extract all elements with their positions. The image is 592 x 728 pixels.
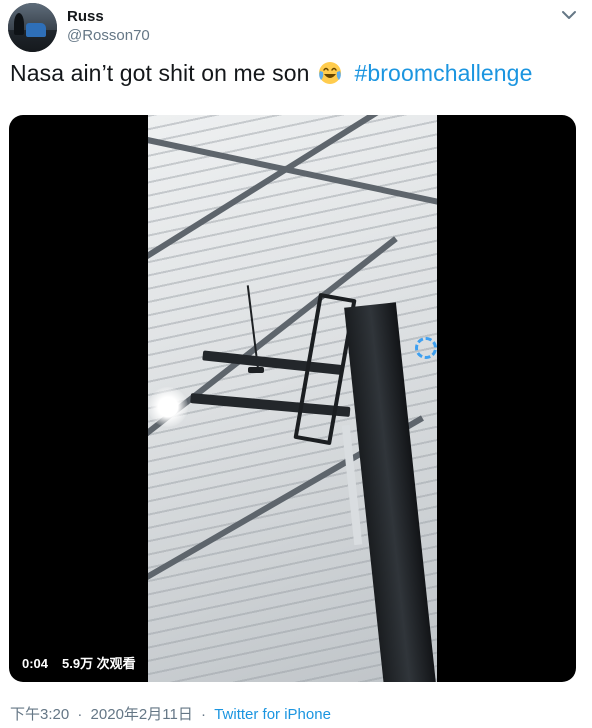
- avatar-car: [26, 23, 46, 37]
- video-player[interactable]: 0:04 5.9万 次观看: [9, 115, 576, 682]
- tweet-time[interactable]: 下午3:20: [10, 706, 69, 723]
- meta-separator: ·: [201, 706, 207, 723]
- tweet-date[interactable]: 2020年2月11日: [91, 706, 193, 723]
- video-duration: 0:04: [17, 652, 54, 675]
- user-handle[interactable]: @Rosson70: [67, 27, 150, 44]
- meta-separator: ·: [77, 706, 83, 723]
- tweet-body: Nasa ain’t got shit on me son: [10, 60, 310, 86]
- video-frame: [148, 115, 437, 682]
- source-link[interactable]: Twitter for iPhone: [214, 706, 331, 723]
- ceiling-light: [148, 387, 188, 427]
- avatar-tree: [14, 13, 24, 35]
- tweet-text: Nasa ain’t got shit on me son #broomchal…: [10, 60, 532, 87]
- face-with-tears-of-joy-emoji-icon: [319, 62, 342, 84]
- light-reflection: [415, 337, 437, 359]
- tweet-metadata: 下午3:20 · 2020年2月11日 · Twitter for iPhone: [10, 703, 331, 724]
- chevron-down-icon[interactable]: [560, 6, 578, 24]
- broom-head: [248, 367, 264, 373]
- tweet-card: Russ @Rosson70 Nasa ain’t got shit on me…: [0, 0, 592, 728]
- hashtag-link[interactable]: #broomchallenge: [355, 60, 533, 86]
- view-count: 5.9万 次观看: [57, 652, 141, 675]
- avatar[interactable]: [8, 3, 57, 52]
- display-name[interactable]: Russ: [67, 8, 104, 25]
